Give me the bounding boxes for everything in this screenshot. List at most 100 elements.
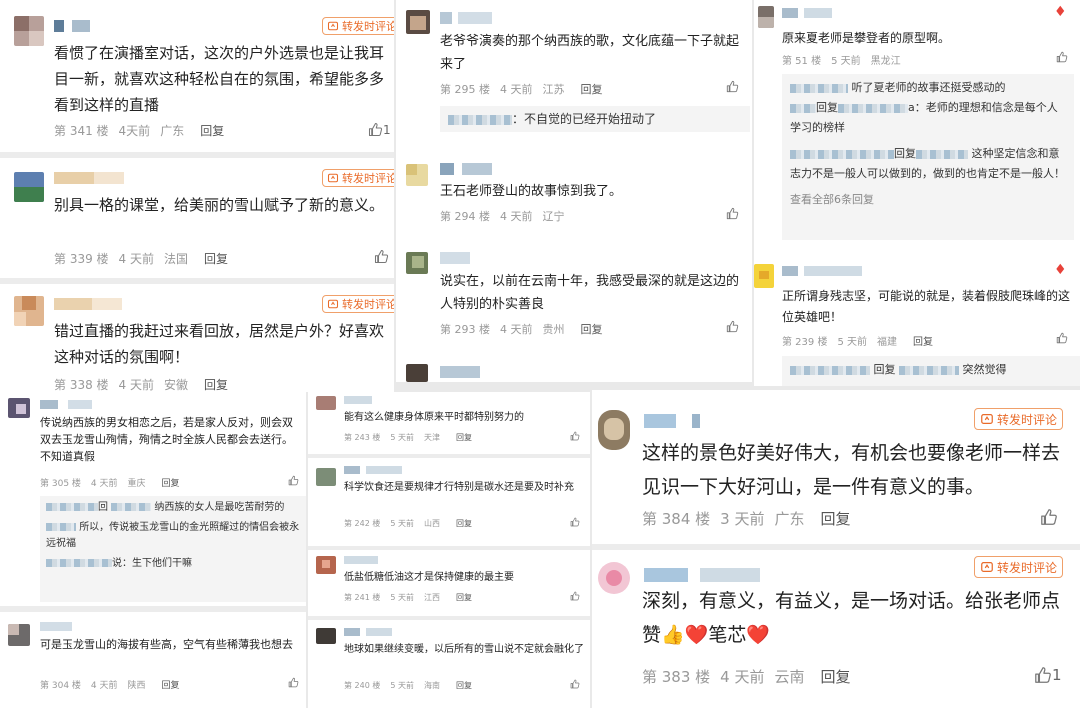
reply-link[interactable]: 回复 — [821, 668, 851, 686]
reply-user-blurred[interactable] — [111, 503, 152, 511]
username-blurred[interactable] — [440, 252, 470, 264]
location: 江苏 — [542, 83, 565, 96]
forward-icon — [327, 298, 339, 310]
forward-comment-button[interactable]: 转发时评论 — [322, 295, 394, 313]
reply-link[interactable]: 回复 — [200, 124, 224, 138]
avatar[interactable] — [316, 628, 336, 644]
like-button[interactable] — [288, 677, 299, 688]
floor-number: 第 384 楼 — [642, 510, 711, 528]
comment-meta: 第 338 楼 4 天前 安徽 回复 — [54, 376, 238, 392]
like-button[interactable] — [726, 320, 739, 333]
avatar[interactable] — [316, 396, 336, 410]
like-button[interactable]: 1 — [1034, 666, 1062, 684]
avatar[interactable] — [14, 16, 44, 46]
view-all-replies[interactable]: 查看全部6条回复 — [790, 190, 1066, 210]
thumb-up-icon — [368, 122, 383, 137]
reply-user-blurred[interactable] — [448, 114, 512, 125]
like-button[interactable] — [726, 207, 739, 220]
reply-link[interactable]: 回复 — [581, 83, 603, 96]
username-blurred[interactable] — [782, 8, 832, 18]
avatar[interactable] — [316, 556, 336, 574]
thumb-up-icon — [1034, 666, 1052, 684]
avatar[interactable] — [316, 468, 336, 486]
reply-user-blurred[interactable] — [916, 149, 968, 159]
like-button[interactable] — [1056, 51, 1068, 63]
reply-user-blurred[interactable] — [790, 365, 870, 375]
reply-link[interactable]: 回复 — [204, 378, 228, 392]
username-blurred[interactable] — [440, 366, 480, 378]
forward-comment-button[interactable]: 转发时评论 — [322, 17, 394, 35]
username-blurred[interactable] — [54, 20, 90, 32]
username-blurred[interactable] — [54, 172, 124, 184]
reply-link[interactable]: 回复 — [581, 323, 603, 336]
username-blurred[interactable] — [782, 266, 862, 276]
forward-icon — [980, 412, 994, 426]
like-button[interactable] — [570, 517, 580, 527]
reply-user-blurred[interactable] — [46, 559, 112, 567]
username-blurred[interactable] — [644, 568, 760, 582]
thumb-up-icon — [726, 80, 739, 93]
reply-user-blurred[interactable] — [790, 149, 894, 159]
comment-meta: 第 51 楼 5 天前 黑龙江 — [782, 52, 911, 67]
like-button[interactable] — [570, 679, 580, 689]
reply-link[interactable]: 回复 — [821, 510, 851, 528]
avatar[interactable] — [406, 164, 428, 186]
like-button[interactable] — [1056, 332, 1068, 344]
avatar[interactable] — [598, 562, 630, 594]
comment-meta: 第 293 楼 4 天前 贵州 回复 — [440, 321, 613, 337]
avatar[interactable] — [758, 6, 774, 28]
reply-user-blurred[interactable] — [838, 103, 908, 113]
avatar[interactable] — [14, 172, 44, 202]
reply-user-blurred[interactable] — [46, 523, 76, 531]
username-blurred[interactable] — [40, 400, 92, 409]
like-button[interactable] — [570, 591, 580, 601]
comment-panel-4: 传说纳西族的男女相恋之后，若是家人反对，则会双双去玉龙雪山殉情，殉情之时全族人民… — [0, 392, 306, 708]
thumb-up-icon — [288, 677, 299, 688]
reply-user-blurred[interactable] — [790, 83, 848, 93]
username-blurred[interactable] — [40, 622, 72, 631]
avatar[interactable] — [406, 252, 428, 274]
username-blurred[interactable] — [344, 396, 372, 404]
username-blurred[interactable] — [344, 628, 392, 636]
username-blurred[interactable] — [54, 298, 122, 310]
reply-user-blurred[interactable] — [899, 365, 959, 375]
like-button[interactable]: 1 — [368, 122, 391, 137]
avatar[interactable] — [8, 624, 30, 646]
like-button[interactable] — [374, 249, 389, 264]
reply-link[interactable]: 回复 — [162, 681, 180, 691]
forward-icon — [327, 172, 339, 184]
comment: 转发时评论 深刻，有意义，有益义，是一场对话。给张老师点赞👍❤️笔芯❤️ 第 3… — [592, 550, 1080, 708]
reply-link[interactable]: 回复 — [456, 593, 472, 602]
comment-text: 传说纳西族的男女相恋之后，若是家人反对，则会双双去玉龙雪山殉情，殉情之时全族人民… — [40, 416, 293, 463]
username-blurred[interactable] — [344, 466, 402, 474]
floor-number: 第 239 楼 — [782, 337, 828, 348]
username-blurred[interactable] — [440, 163, 492, 175]
username-blurred[interactable] — [440, 12, 492, 24]
reply-link[interactable]: 回复 — [456, 433, 472, 442]
reply-user-blurred[interactable] — [790, 103, 816, 113]
avatar[interactable] — [8, 398, 30, 418]
like-button[interactable] — [288, 475, 299, 486]
avatar[interactable] — [598, 410, 630, 450]
like-button[interactable] — [1040, 508, 1058, 526]
floor-number: 第 295 楼 — [440, 83, 490, 96]
username-blurred[interactable] — [644, 414, 700, 428]
forward-comment-button[interactable]: 转发时评论 — [322, 169, 394, 187]
reply-link[interactable]: 回复 — [913, 337, 933, 348]
avatar[interactable] — [406, 364, 428, 382]
username-blurred[interactable] — [344, 556, 378, 564]
avatar[interactable] — [14, 296, 44, 326]
reply-link[interactable]: 回复 — [456, 681, 472, 690]
like-button[interactable] — [570, 431, 580, 441]
avatar[interactable] — [754, 264, 774, 288]
floor-number: 第 242 楼 — [344, 519, 381, 528]
forward-comment-button[interactable]: 转发时评论 — [974, 408, 1064, 430]
avatar[interactable] — [406, 10, 430, 34]
reply-link[interactable]: 回复 — [204, 252, 228, 266]
reply-link[interactable]: 回复 — [162, 479, 180, 489]
forward-comment-button[interactable]: 转发时评论 — [974, 556, 1064, 578]
like-button[interactable] — [726, 80, 739, 93]
reply-user-blurred[interactable] — [46, 503, 98, 511]
reply-link[interactable]: 回复 — [456, 519, 472, 528]
thumb-up-icon — [726, 320, 739, 333]
